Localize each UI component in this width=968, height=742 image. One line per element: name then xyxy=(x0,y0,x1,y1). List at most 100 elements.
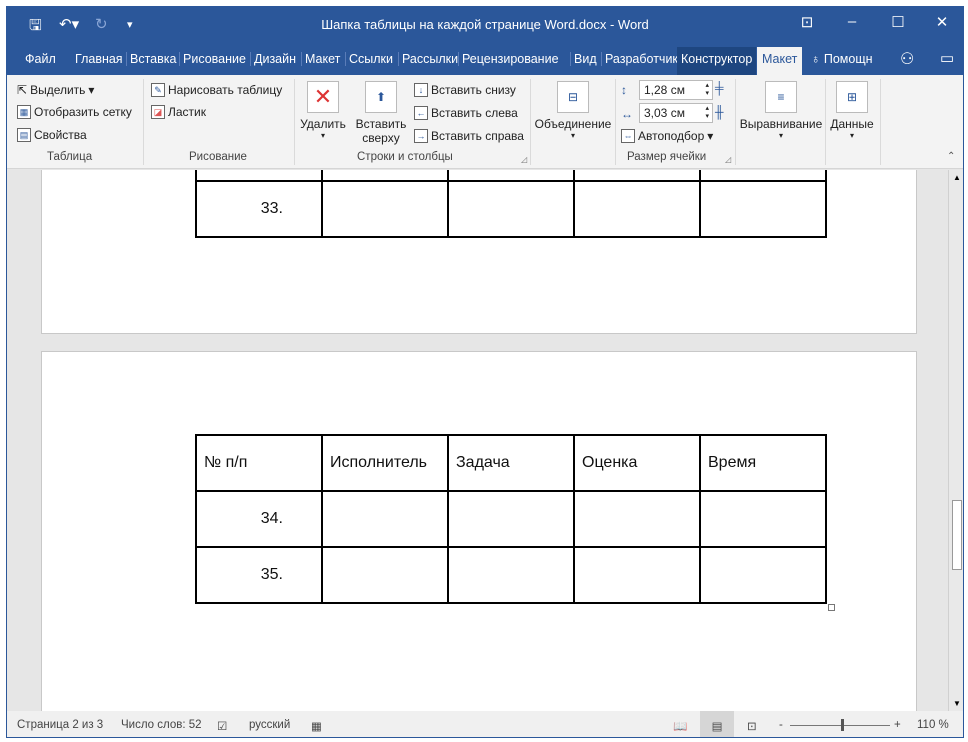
page-count[interactable]: Страница 2 из 3 xyxy=(17,719,103,731)
table-cell[interactable] xyxy=(699,490,827,548)
tab-review[interactable]: Рецензирование xyxy=(458,52,559,66)
table-cell[interactable] xyxy=(447,180,575,238)
table-cell[interactable] xyxy=(573,490,701,548)
tab-design[interactable]: Дизайн xyxy=(250,52,296,66)
table-cell[interactable] xyxy=(699,546,827,604)
lightbulb-icon: ♁ xyxy=(811,52,821,66)
distribute-cols-icon[interactable]: ╫ xyxy=(715,105,724,119)
share-icon[interactable]: ⚇ xyxy=(900,49,914,69)
minimize-button[interactable]: – xyxy=(837,13,867,30)
table-cell[interactable] xyxy=(699,180,827,238)
header-cell[interactable]: Исполнитель xyxy=(321,434,449,492)
macro-icon[interactable]: ▦ xyxy=(311,719,322,733)
ribbon: ⇱ Выделить ▾ ▦ Отобразить сетку ▤ Свойства Т… xyxy=(7,75,963,169)
eraser-icon: ◪ xyxy=(151,105,165,119)
web-layout-icon[interactable]: ⊡ xyxy=(747,719,757,733)
tab-references[interactable]: Ссылки xyxy=(345,52,393,66)
insert-right-icon: → xyxy=(414,129,428,143)
delete-table-icon: ✕ xyxy=(307,81,339,113)
language[interactable]: русский xyxy=(249,719,290,731)
divider xyxy=(143,79,144,165)
divider xyxy=(735,79,736,165)
ribbon-display-icon[interactable]: ⊡ xyxy=(792,13,822,31)
alignment-button[interactable]: ≡ Выравнивание ▾ xyxy=(739,81,823,140)
table-cell[interactable] xyxy=(321,546,449,604)
tab-developer[interactable]: Разработчик xyxy=(601,52,678,66)
view-gridlines-button[interactable]: ▦ Отобразить сетку xyxy=(17,105,132,119)
properties-button[interactable]: ▤ Свойства xyxy=(17,128,87,142)
print-layout-icon[interactable]: ▤ xyxy=(700,711,734,737)
tab-mailings[interactable]: Рассылки xyxy=(398,52,458,66)
insert-left-icon: ← xyxy=(414,106,428,120)
document-area: 33. № п/п Исполнитель Задача Оценка Врем… xyxy=(7,170,948,711)
table-cell[interactable] xyxy=(321,490,449,548)
header-cell[interactable]: Время xyxy=(699,434,827,492)
scrollbar-thumb[interactable] xyxy=(952,500,962,570)
tab-file[interactable]: Файл xyxy=(25,52,56,66)
eraser-button[interactable]: ◪ Ластик xyxy=(151,105,206,119)
table-row: 35. xyxy=(195,546,827,604)
table-cell[interactable] xyxy=(447,490,575,548)
read-mode-icon[interactable]: 📖 xyxy=(673,719,687,733)
header-cell[interactable]: Задача xyxy=(447,434,575,492)
draw-table-button[interactable]: ✎ Нарисовать таблицу xyxy=(151,83,282,97)
title-bar: 🖫 ↶▾ ↻ ▾ Шапка таблицы на каждой страниц… xyxy=(7,7,963,43)
distribute-rows-icon[interactable]: ╪ xyxy=(715,81,724,95)
insert-right-button[interactable]: → Вставить справа xyxy=(414,129,524,143)
word-count[interactable]: Число слов: 52 xyxy=(121,719,202,731)
dialog-launcher-icon[interactable]: ◿ xyxy=(725,155,731,164)
zoom-in-button[interactable]: + xyxy=(894,719,901,731)
table-cell[interactable] xyxy=(573,546,701,604)
divider xyxy=(615,79,616,165)
properties-icon: ▤ xyxy=(17,128,31,142)
page-1: 33. xyxy=(41,170,917,334)
row-height-icon: ↕ xyxy=(621,83,627,97)
zoom-slider[interactable] xyxy=(790,719,890,731)
tell-me[interactable]: ♁ Помощн xyxy=(811,52,873,66)
zoom-level[interactable]: 110 % xyxy=(917,719,949,731)
data-button[interactable]: ⊞ Данные ▾ xyxy=(827,81,877,140)
col-width-input[interactable]: 3,03 см ▴ ▾ xyxy=(639,103,713,123)
insert-left-button[interactable]: ← Вставить слева xyxy=(414,106,518,120)
autofit-button[interactable]: ⇔ Автоподбор ▾ xyxy=(621,129,713,143)
header-cell[interactable]: Оценка xyxy=(573,434,701,492)
scroll-up-icon[interactable]: ▲ xyxy=(953,173,961,182)
proofing-icon[interactable]: ☑ xyxy=(217,719,227,733)
divider xyxy=(294,79,295,165)
tab-insert[interactable]: Вставка xyxy=(126,52,176,66)
divider xyxy=(530,79,531,165)
table-cell[interactable] xyxy=(321,180,449,238)
tab-home[interactable]: Главная xyxy=(75,52,123,66)
tab-table-layout[interactable]: Макет xyxy=(757,47,803,75)
dialog-launcher-icon[interactable]: ◿ xyxy=(521,155,527,164)
header-cell[interactable]: № п/п xyxy=(195,434,323,492)
pencil-icon: ✎ xyxy=(151,83,165,97)
group-label-cell-size: Размер ячейки xyxy=(627,151,707,163)
tab-layout[interactable]: Макет xyxy=(301,52,340,66)
row-height-input[interactable]: 1,28 см ▴ ▾ xyxy=(639,80,713,100)
select-button[interactable]: ⇱ Выделить ▾ xyxy=(17,83,94,97)
table-cell[interactable]: 34. xyxy=(195,490,323,548)
table-resize-handle[interactable] xyxy=(828,604,835,611)
collapse-ribbon-icon[interactable]: ⌃ xyxy=(947,151,955,162)
zoom-slider-thumb[interactable] xyxy=(841,719,844,731)
comments-icon[interactable]: ▭ xyxy=(940,49,954,67)
table-cell[interactable]: 33. xyxy=(195,180,323,238)
insert-below-button[interactable]: ↓ Вставить снизу xyxy=(414,83,516,97)
tab-table-design[interactable]: Конструктор xyxy=(677,47,757,75)
tab-draw[interactable]: Рисование xyxy=(179,52,246,66)
merge-button[interactable]: ⊟ Объединение ▾ xyxy=(533,81,613,140)
insert-above-button[interactable]: ⬆ Вставить сверху xyxy=(353,81,409,145)
divider xyxy=(825,79,826,165)
table-cell[interactable] xyxy=(447,546,575,604)
table-cell[interactable]: 35. xyxy=(195,546,323,604)
delete-button[interactable]: ✕ Удалить ▾ xyxy=(297,81,349,140)
scroll-down-icon[interactable]: ▼ xyxy=(953,699,961,708)
maximize-button[interactable]: ☐ xyxy=(883,13,913,31)
close-button[interactable]: ✕ xyxy=(927,13,957,31)
table-cell[interactable] xyxy=(573,180,701,238)
vertical-scrollbar[interactable]: ▲ ▼ xyxy=(948,170,963,711)
table-page-1: 33. xyxy=(195,170,827,238)
zoom-out-button[interactable]: - xyxy=(779,719,783,731)
tab-view[interactable]: Вид xyxy=(570,52,597,66)
